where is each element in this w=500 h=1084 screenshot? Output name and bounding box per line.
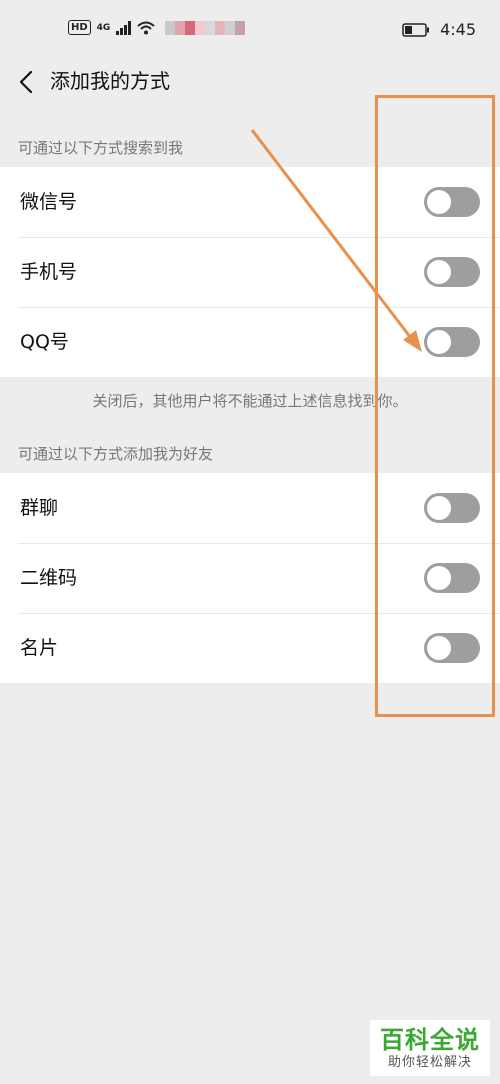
row-label: 微信号	[20, 191, 78, 213]
add-section-header: 可通过以下方式添加我为好友	[18, 445, 214, 463]
add-options-group: 群聊 二维码 名片	[0, 473, 500, 683]
nav-bar: 添加我的方式	[0, 58, 500, 108]
wechat-id-toggle[interactable]	[424, 187, 480, 217]
qr-code-toggle[interactable]	[424, 563, 480, 593]
row-label: QQ号	[20, 331, 69, 353]
row-label: 名片	[20, 637, 59, 659]
wifi-icon	[137, 21, 155, 35]
status-right: 4:45	[402, 20, 476, 39]
row-phone-number[interactable]: 手机号	[0, 237, 500, 307]
pixelated-notifications	[164, 20, 245, 35]
toggle-knob	[427, 260, 451, 284]
chevron-left-icon[interactable]	[14, 68, 38, 96]
row-qq-number[interactable]: QQ号	[0, 307, 500, 377]
toggle-knob	[427, 330, 451, 354]
toggle-knob	[427, 566, 451, 590]
hd-badge: HD	[68, 20, 91, 35]
row-label: 二维码	[20, 567, 78, 589]
row-label: 群聊	[20, 497, 59, 519]
page-title: 添加我的方式	[50, 69, 170, 93]
search-section-header: 可通过以下方式搜索到我	[18, 139, 184, 157]
row-business-card[interactable]: 名片	[0, 613, 500, 683]
search-options-group: 微信号 手机号 QQ号	[0, 167, 500, 377]
watermark-title: 百科全说	[380, 1025, 480, 1054]
row-label: 手机号	[20, 261, 78, 283]
status-left: HD 4G	[68, 20, 245, 35]
watermark-subtitle: 助你轻松解决	[387, 1054, 472, 1070]
row-wechat-id[interactable]: 微信号	[0, 167, 500, 237]
toggle-knob	[427, 190, 451, 214]
battery-icon	[402, 22, 430, 37]
phone-number-toggle[interactable]	[424, 257, 480, 287]
qq-number-toggle[interactable]	[424, 327, 480, 357]
business-card-toggle[interactable]	[424, 633, 480, 663]
group-chat-toggle[interactable]	[424, 493, 480, 523]
status-time: 4:45	[440, 20, 476, 39]
toggle-knob	[427, 636, 451, 660]
row-group-chat[interactable]: 群聊	[0, 473, 500, 543]
row-qr-code[interactable]: 二维码	[0, 543, 500, 613]
toggle-knob	[427, 496, 451, 520]
status-bar: HD 4G 4:45	[0, 0, 500, 58]
watermark-logo: 百科全说 助你轻松解决	[370, 1020, 490, 1076]
network-type: 4G	[96, 22, 111, 33]
search-section-note: 关闭后，其他用户将不能通过上述信息找到你。	[92, 392, 408, 410]
signal-icon	[116, 20, 131, 35]
